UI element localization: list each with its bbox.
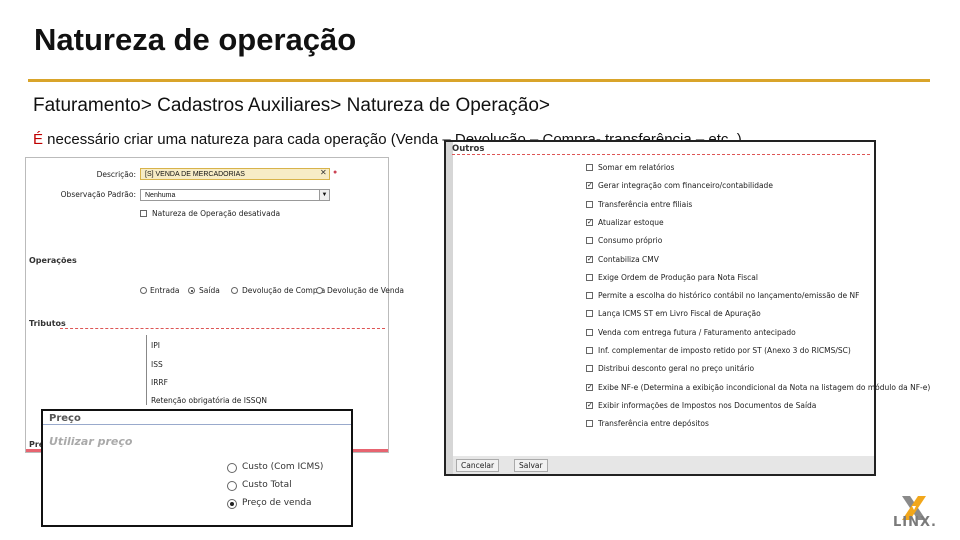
breadcrumb: Faturamento> Cadastros Auxiliares> Natur…	[33, 95, 550, 116]
preco-title: Preço	[49, 413, 81, 424]
outros-option-label: Transferência entre depósitos	[598, 419, 709, 429]
outros-option-checkbox[interactable]	[586, 200, 593, 208]
save-button[interactable]: Salvar	[514, 459, 548, 472]
outros-option-label: Transferência entre filiais	[598, 199, 693, 209]
tributo-issqn: Retenção obrigatória de ISSQN	[151, 396, 268, 405]
outros-option-checkbox[interactable]	[586, 237, 593, 245]
outros-option-checkbox[interactable]	[586, 420, 593, 428]
outros-section-title: Outros	[452, 144, 485, 154]
instruction-first-letter: É	[33, 131, 44, 148]
outros-option-checkbox[interactable]: ✓	[586, 218, 593, 226]
preco-custo-total-label: Custo Total	[242, 480, 292, 490]
chevron-down-icon[interactable]: ▼	[319, 190, 329, 200]
outros-option-label: Exibir informações de Impostos nos Docum…	[598, 400, 817, 410]
outros-divider	[452, 154, 870, 155]
operacao-entrada-radio[interactable]	[140, 287, 147, 294]
preco-venda-radio[interactable]	[227, 499, 237, 509]
outros-option-checkbox[interactable]	[586, 273, 593, 281]
outros-option-checkbox[interactable]	[586, 365, 593, 373]
observacao-value: Nenhuma	[145, 192, 176, 199]
outros-option-label: Venda com entrega futura / Faturamento a…	[598, 327, 796, 337]
operacao-dev-venda-label: Devolução de Venda	[327, 286, 404, 295]
tributos-bracket	[146, 335, 147, 405]
operacao-dev-compra-radio[interactable]	[231, 287, 238, 294]
outros-option-checkbox[interactable]	[586, 328, 593, 336]
utilizar-preco-label: Utilizar preço	[49, 435, 133, 448]
clear-icon[interactable]: ✕	[320, 168, 327, 177]
outros-option-checkbox[interactable]: ✓	[586, 255, 593, 263]
operacao-dev-compra-label: Devolução de Compra	[242, 286, 326, 295]
preco-venda-label: Preço de venda	[242, 498, 312, 508]
outros-option-checkbox[interactable]	[586, 292, 593, 300]
outros-option-label: Exige Ordem de Produção para Nota Fiscal	[598, 272, 758, 282]
outros-option-label: Atualizar estoque	[598, 217, 664, 227]
linx-logo-text: LINX.	[893, 515, 937, 530]
desativada-checkbox[interactable]	[140, 210, 147, 217]
outros-option-checkbox[interactable]	[586, 164, 593, 171]
outros-option-label: Consumo próprio	[598, 236, 663, 246]
outros-option-checkbox[interactable]: ✓	[586, 383, 593, 391]
nature-other-options-form: Outros Somar em relatórios ✓ Gerar integra…	[444, 140, 930, 476]
cancel-button[interactable]: Cancelar	[456, 459, 500, 472]
outros-option-label: Distribui desconto geral no preço unitár…	[598, 364, 755, 374]
observacao-label: Observação Padrão:	[60, 190, 136, 199]
preco-custo-icms-label: Custo (Com ICMS)	[242, 462, 324, 472]
outros-option-checkbox[interactable]	[586, 310, 593, 318]
operacao-entrada-label: Entrada	[150, 286, 180, 295]
preco-custo-total-radio[interactable]	[227, 481, 237, 491]
title-underline	[28, 79, 930, 82]
tributo-irrf: IRRF	[151, 378, 168, 387]
slide-title: Natureza de operação	[34, 22, 357, 57]
outros-option-checkbox[interactable]: ✓	[586, 401, 593, 409]
operacao-saida-radio[interactable]	[188, 287, 195, 294]
descricao-input[interactable]: [S] VENDA DE MERCADORIAS	[140, 168, 330, 180]
outros-option-label: Gerar integração com financeiro/contabil…	[598, 181, 773, 191]
operacoes-section-title: Operações	[29, 256, 77, 265]
preco-custo-icms-radio[interactable]	[227, 463, 237, 473]
operacao-saida-label: Saída	[199, 286, 220, 295]
outros-option-label: Somar em relatórios	[598, 163, 675, 172]
section-divider	[60, 328, 385, 329]
outros-option-label: Permite a escolha do histórico contábil …	[598, 291, 860, 301]
preco-divider	[43, 424, 351, 425]
tributos-section-title: Tributos	[29, 319, 66, 328]
outros-option-checkbox[interactable]	[586, 347, 593, 354]
outros-option-label: Contabiliza CMV	[598, 254, 659, 264]
outros-option-label: Inf. complementar de imposto retido por …	[598, 346, 851, 355]
tributo-ipi: IPI	[151, 341, 160, 350]
desativada-label: Natureza de Operação desativada	[152, 209, 281, 218]
descricao-label: Descrição:	[96, 170, 136, 179]
vertical-scrollbar[interactable]	[446, 142, 453, 474]
operacao-dev-venda-radio[interactable]	[316, 287, 323, 294]
tributo-iss: ISS	[151, 360, 163, 369]
price-form: Preço Utilizar preço Custo (Com ICMS) Cu…	[41, 409, 353, 527]
required-icon: ●	[333, 169, 338, 176]
observacao-select[interactable]: Nenhuma ▼	[140, 189, 330, 201]
outros-option-checkbox[interactable]: ✓	[586, 182, 593, 190]
outros-option-label: Exibe NF-e (Determina a exibição incondi…	[598, 382, 931, 392]
outros-option-label: Lança ICMS ST em Livro Fiscal de Apuraçã…	[598, 309, 761, 319]
